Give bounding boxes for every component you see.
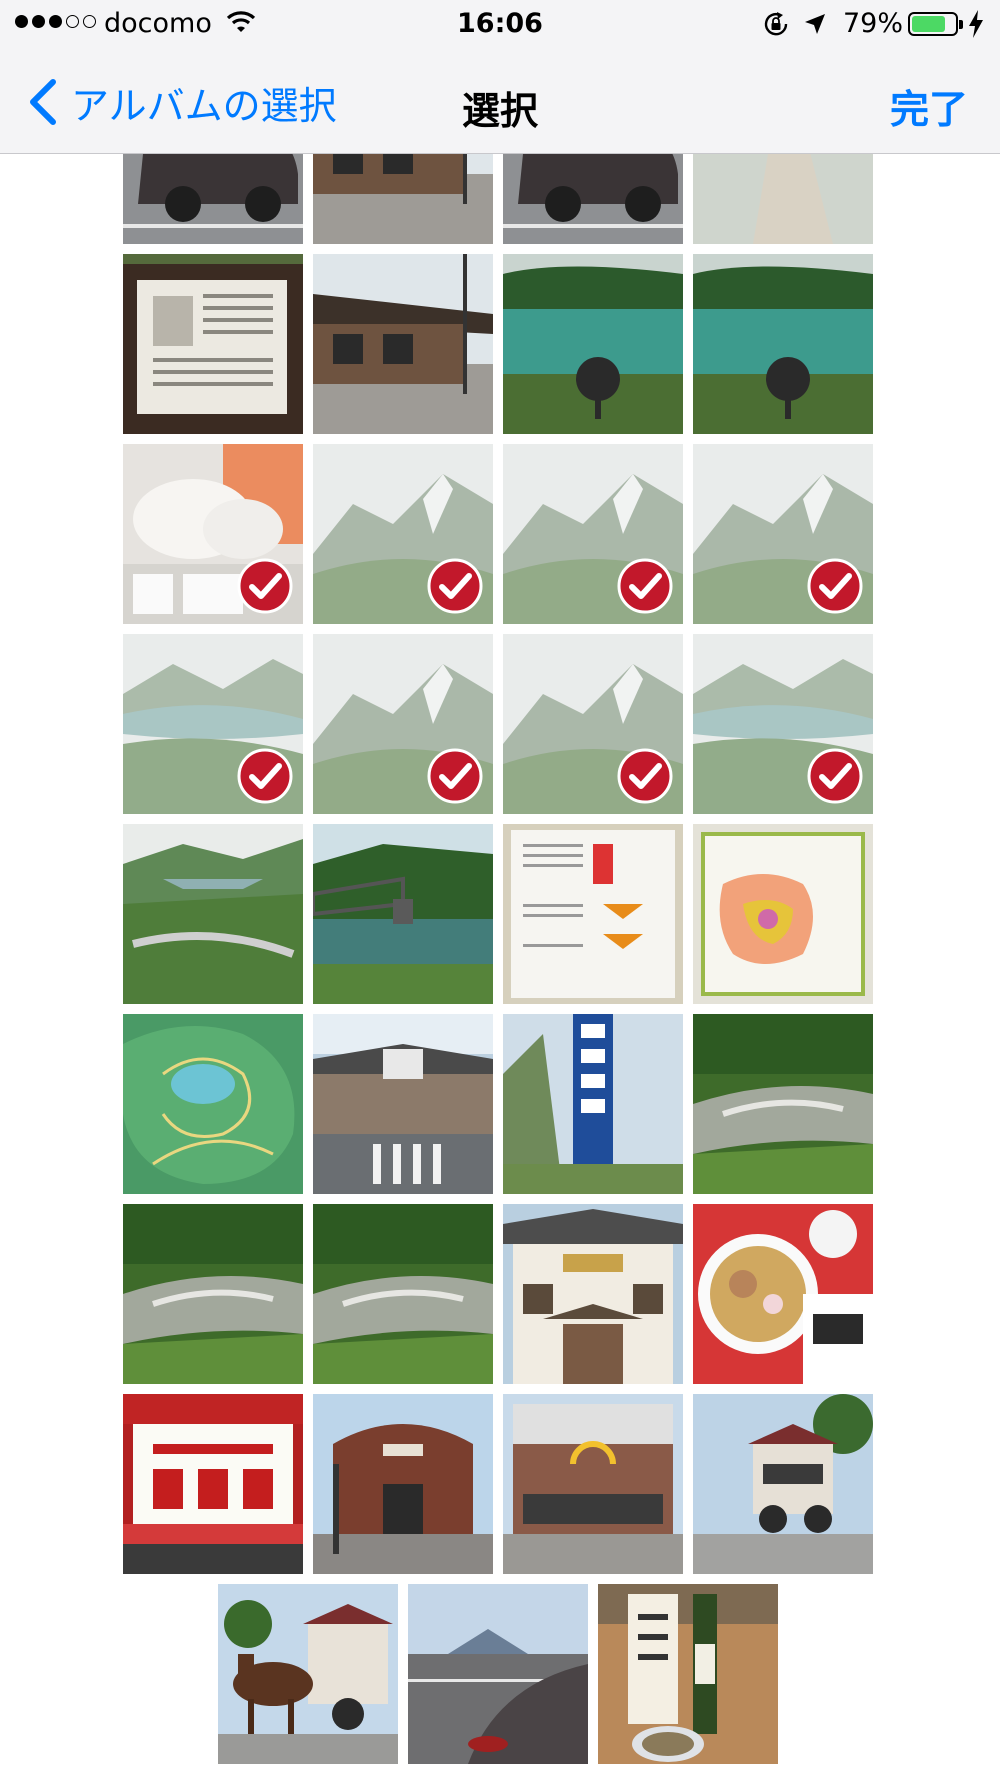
- photo-image: [313, 1014, 493, 1194]
- photo-thumbnail[interactable]: [693, 634, 873, 814]
- selected-checkmark-icon: [807, 748, 863, 804]
- photo-thumbnail[interactable]: [123, 1204, 303, 1384]
- status-bar: docomo 16:06 79%: [0, 0, 1000, 50]
- photo-thumbnail[interactable]: [313, 1394, 493, 1574]
- photo-thumbnail[interactable]: [598, 1584, 778, 1764]
- battery-icon: [908, 12, 958, 36]
- photo-thumbnail[interactable]: [123, 444, 303, 624]
- page-title: 選択: [461, 89, 538, 133]
- photo-image: [123, 824, 303, 1004]
- selected-checkmark-icon: [237, 558, 293, 614]
- photo-image: [123, 254, 303, 434]
- photo-image: [218, 1584, 398, 1764]
- photo-image: [503, 1394, 683, 1574]
- selected-checkmark-icon: [237, 748, 293, 804]
- photo-grid: [0, 0, 1000, 1778]
- location-arrow-icon: [805, 14, 825, 34]
- photo-thumbnail[interactable]: [313, 824, 493, 1004]
- navigation-bar: アルバムの選択 選択 完了: [0, 50, 1000, 153]
- done-button[interactable]: 完了: [890, 79, 968, 135]
- photo-image: [503, 1014, 683, 1194]
- photo-thumbnail[interactable]: [123, 1394, 303, 1574]
- photo-image: [123, 1014, 303, 1194]
- photo-thumbnail[interactable]: [693, 1014, 873, 1194]
- photo-thumbnail[interactable]: [123, 824, 303, 1004]
- photo-thumbnail[interactable]: [123, 634, 303, 814]
- photo-thumbnail[interactable]: [408, 1584, 588, 1764]
- photo-thumbnail[interactable]: [503, 254, 683, 434]
- charging-bolt-icon: [969, 10, 983, 38]
- photo-thumbnail[interactable]: [503, 824, 683, 1004]
- top-bar: docomo 16:06 79% アルバムの選択 選択 完了: [0, 0, 1000, 154]
- photo-thumbnail[interactable]: [693, 254, 873, 434]
- photo-thumbnail[interactable]: [693, 1204, 873, 1384]
- photo-image: [598, 1584, 778, 1764]
- photo-thumbnail[interactable]: [313, 254, 493, 434]
- photo-image: [693, 1394, 873, 1574]
- photo-image: [408, 1584, 588, 1764]
- photo-thumbnail[interactable]: [123, 254, 303, 434]
- photo-image: [313, 1394, 493, 1574]
- photo-image: [503, 1204, 683, 1384]
- photo-image: [123, 1204, 303, 1384]
- battery-cap: [959, 20, 963, 29]
- photo-thumbnail[interactable]: [313, 1014, 493, 1194]
- photo-thumbnail[interactable]: [503, 634, 683, 814]
- photo-image: [693, 824, 873, 1004]
- photo-thumbnail[interactable]: [313, 1204, 493, 1384]
- photo-image: [503, 824, 683, 1004]
- photo-thumbnail[interactable]: [218, 1584, 398, 1764]
- photo-thumbnail[interactable]: [693, 444, 873, 624]
- selected-checkmark-icon: [617, 558, 673, 614]
- photo-thumbnail[interactable]: [503, 1014, 683, 1194]
- selected-checkmark-icon: [427, 558, 483, 614]
- photo-thumbnail[interactable]: [503, 444, 683, 624]
- photo-image: [693, 254, 873, 434]
- photo-thumbnail[interactable]: [693, 824, 873, 1004]
- selected-checkmark-icon: [807, 558, 863, 614]
- photo-thumbnail[interactable]: [313, 444, 493, 624]
- photo-thumbnail[interactable]: [503, 1394, 683, 1574]
- photo-thumbnail[interactable]: [123, 1014, 303, 1194]
- photo-image: [313, 1204, 493, 1384]
- photo-image: [503, 254, 683, 434]
- photo-thumbnail[interactable]: [693, 1394, 873, 1574]
- photo-thumbnail[interactable]: [503, 1204, 683, 1384]
- orientation-lock-icon: [764, 12, 788, 36]
- battery-percentage: 79%: [843, 8, 904, 39]
- photo-image: [123, 1394, 303, 1574]
- battery-level: [912, 16, 946, 32]
- photo-image: [313, 824, 493, 1004]
- photo-image: [693, 1204, 873, 1384]
- photo-image: [313, 254, 493, 434]
- selected-checkmark-icon: [427, 748, 483, 804]
- selected-checkmark-icon: [617, 748, 673, 804]
- photo-thumbnail[interactable]: [313, 634, 493, 814]
- photo-image: [693, 1014, 873, 1194]
